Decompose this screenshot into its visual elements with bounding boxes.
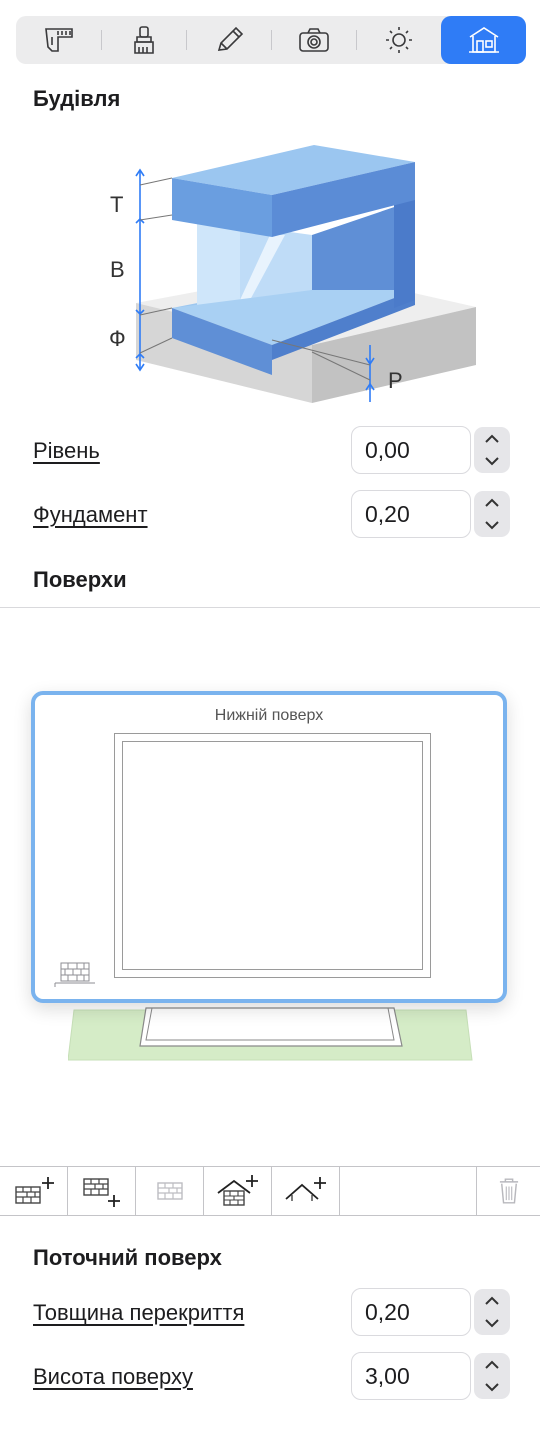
floor-height-field[interactable]: 3,00: [351, 1352, 471, 1400]
floor-button-disabled[interactable]: [136, 1167, 204, 1215]
foundation-stepper[interactable]: [474, 491, 510, 537]
inspector-tab-bar: [16, 16, 526, 64]
dim-label-f: Ф: [109, 326, 126, 351]
foundation-field[interactable]: 0,20: [351, 490, 471, 538]
chevron-up-icon[interactable]: [474, 428, 510, 450]
section-title-current-floor: Поточний поверх: [33, 1245, 222, 1270]
add-roof-button[interactable]: [204, 1167, 272, 1215]
divider: [0, 607, 540, 608]
building-diagram: Т В Ф Р: [109, 145, 476, 403]
floor-height-label: Висота поверху: [33, 1364, 193, 1389]
add-floor-below-button[interactable]: [68, 1167, 136, 1215]
level-stepper[interactable]: [474, 427, 510, 473]
slab-thickness-stepper[interactable]: [474, 1289, 510, 1335]
chevron-up-icon[interactable]: [474, 1290, 510, 1312]
slab-thickness-label: Товщина перекриття: [33, 1300, 245, 1325]
level-label: Рівень: [33, 438, 100, 463]
floor-plan-inner: [122, 741, 423, 970]
tab-camera[interactable]: [271, 16, 356, 64]
chevron-down-icon[interactable]: [474, 1376, 510, 1398]
building-icon: [468, 27, 499, 53]
dim-label-t: Т: [110, 192, 123, 217]
brick-wall-icon: [54, 962, 95, 987]
chevron-down-icon[interactable]: [474, 1312, 510, 1334]
chevron-down-icon[interactable]: [474, 450, 510, 472]
tab-sun[interactable]: [356, 16, 441, 64]
add-roof-outline-icon: [284, 1177, 326, 1201]
tab-building[interactable]: [441, 16, 526, 64]
chevron-up-icon[interactable]: [474, 492, 510, 514]
measure-icon: [44, 28, 73, 52]
delete-floor-button[interactable]: [477, 1167, 540, 1215]
pencil-icon: [217, 26, 243, 51]
chevron-down-icon[interactable]: [474, 514, 510, 536]
floors-toolbar: [0, 1166, 540, 1216]
ground-floor-plate: [68, 1007, 473, 1061]
section-title-floors: Поверхи: [33, 567, 127, 592]
brush-icon: [133, 26, 154, 54]
trash-icon: [499, 1178, 518, 1204]
tab-pencil[interactable]: [186, 16, 271, 64]
dim-label-r: Р: [388, 368, 403, 393]
level-field[interactable]: 0,00: [351, 426, 471, 474]
add-roof-outline-button[interactable]: [272, 1167, 340, 1215]
add-floor-below-icon: [82, 1178, 120, 1207]
tab-measure[interactable]: [16, 16, 101, 64]
floor-height-stepper[interactable]: [474, 1353, 510, 1399]
section-title-building: Будівля: [33, 86, 121, 111]
add-floor-above-button[interactable]: [0, 1167, 68, 1215]
dim-label-b: В: [110, 257, 125, 282]
chevron-up-icon[interactable]: [474, 1354, 510, 1376]
add-floor-above-icon: [14, 1177, 54, 1204]
add-roof-icon: [216, 1175, 258, 1206]
toolbar-spacer: [340, 1167, 477, 1215]
tab-brush[interactable]: [101, 16, 186, 64]
sun-icon: [385, 27, 412, 53]
floor-card-selected[interactable]: Нижній поверх: [31, 691, 507, 1003]
slab-thickness-field[interactable]: 0,20: [351, 1288, 471, 1336]
foundation-label: Фундамент: [33, 502, 148, 527]
camera-icon: [298, 28, 329, 52]
floor-icon: [156, 1182, 183, 1200]
floor-name: Нижній поверх: [214, 707, 324, 724]
